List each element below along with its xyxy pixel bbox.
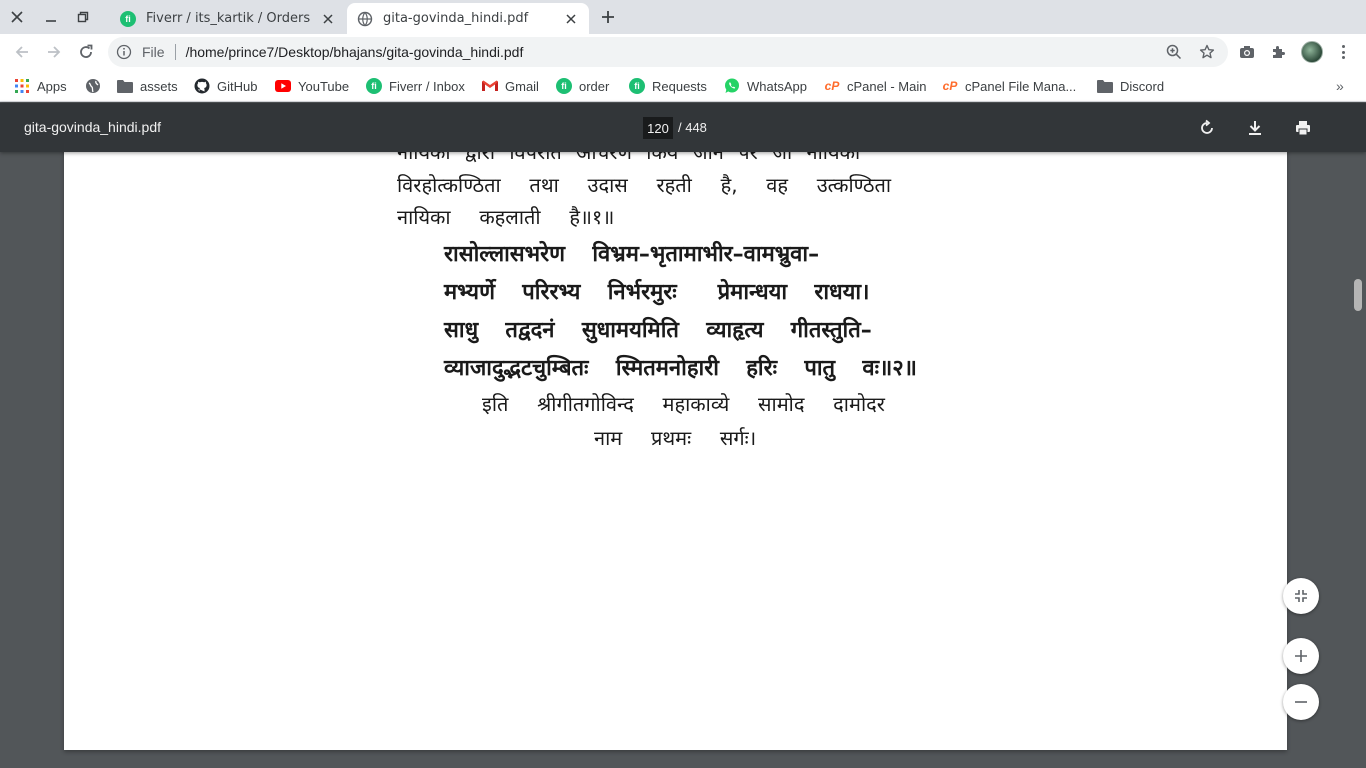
tab-fiverr-orders[interactable]: fi Fiverr / its_kartik / Orders ma — [110, 3, 346, 34]
verse-line: व्याजादुद्भटचुम्बितः स्मितमनोहारी हरिः प… — [444, 356, 917, 381]
bookmark-requests[interactable]: fi Requests — [629, 77, 707, 95]
info-icon[interactable] — [116, 44, 132, 60]
globe-icon — [85, 78, 101, 94]
download-icon[interactable] — [1245, 118, 1265, 138]
bookmark-label: Discord — [1120, 78, 1165, 94]
bookmark-apps[interactable]: Apps — [14, 77, 67, 95]
apps-grid-icon — [14, 78, 30, 94]
bookmark-fiverr-inbox[interactable]: fi Fiverr / Inbox — [366, 77, 465, 95]
fiverr-icon: fi — [556, 78, 572, 94]
bookmark-label: Apps — [37, 78, 67, 94]
bookmark-label: cPanel - Main — [847, 78, 927, 94]
verse-line: रासोल्लासभरेण विभ्रम–भृतामाभीर–वामभ्रुवा… — [444, 242, 820, 267]
verse-line: साधु तद्वदनं सुधामयमिति व्याहृत्य गीतस्त… — [444, 318, 872, 343]
browser-menu-icon[interactable] — [1335, 42, 1351, 62]
reload-icon[interactable] — [74, 40, 98, 64]
url-text[interactable]: /home/prince7/Desktop/bhajans/gita-govin… — [186, 44, 524, 60]
extensions-puzzle-icon[interactable] — [1270, 43, 1288, 61]
tab-close-icon[interactable] — [563, 11, 579, 27]
bookmark-cpanel-file-manager[interactable]: cP cPanel File Mana... — [942, 77, 1077, 95]
print-icon[interactable] — [1293, 118, 1313, 138]
zoom-icon[interactable] — [1166, 44, 1182, 60]
bookmark-label: assets — [140, 78, 178, 94]
folder-icon — [117, 78, 133, 94]
cpanel-icon: cP — [942, 79, 958, 93]
page-number-input[interactable] — [643, 117, 673, 139]
whatsapp-icon — [724, 78, 740, 94]
address-bar[interactable]: File /home/prince7/Desktop/bhajans/gita-… — [108, 37, 1228, 67]
restore-window-icon[interactable] — [70, 5, 96, 29]
bookmarks-bar: Apps assets GitHub YouTube fi Fiverr / I… — [0, 70, 1366, 102]
github-icon — [194, 78, 210, 94]
fiverr-icon: fi — [120, 10, 136, 27]
zoom-in-icon[interactable] — [1283, 638, 1319, 674]
fiverr-icon: fi — [629, 78, 645, 94]
screenshot-camera-icon[interactable] — [1238, 43, 1256, 61]
browser-toolbar: File /home/prince7/Desktop/bhajans/gita-… — [0, 34, 1366, 70]
youtube-icon — [275, 78, 291, 94]
url-scheme: File — [142, 44, 165, 60]
bookmarks-overflow-icon[interactable]: » — [1336, 78, 1344, 94]
bookmark-order[interactable]: fi order — [556, 77, 609, 95]
bookmark-globe[interactable] — [85, 77, 108, 95]
bookmark-cpanel-main[interactable]: cP cPanel - Main — [824, 77, 927, 95]
page-text-line: नायिका द्वारा विपरीत आचरण किये जाने पर ज… — [397, 152, 861, 164]
pdf-title: gita-govinda_hindi.pdf — [24, 119, 161, 135]
forward-icon[interactable] — [42, 40, 66, 64]
bookmark-label: cPanel File Mana... — [965, 78, 1077, 94]
bookmark-whatsapp[interactable]: WhatsApp — [724, 77, 807, 95]
cpanel-icon: cP — [824, 79, 840, 93]
minimize-window-icon[interactable] — [38, 5, 64, 29]
new-tab-icon[interactable] — [596, 6, 620, 28]
bookmark-label: Fiverr / Inbox — [389, 78, 465, 94]
bookmark-label: YouTube — [298, 78, 350, 94]
bookmark-assets[interactable]: assets — [117, 77, 178, 95]
profile-avatar[interactable] — [1301, 41, 1323, 63]
tab-close-icon[interactable] — [320, 11, 336, 27]
page-text-line: विरहोत्कण्ठिता तथा उदास रहती है, वह उत्क… — [397, 173, 892, 197]
colophon-line: इति श्रीगीतगोविन्द महाकाव्ये सामोद दामोद… — [482, 392, 885, 416]
tab-pdf[interactable]: gita-govinda_hindi.pdf — [347, 3, 589, 34]
fit-to-page-icon[interactable] — [1283, 578, 1319, 614]
pdf-page: नायिका द्वारा विपरीत आचरण किये जाने पर ज… — [64, 152, 1287, 750]
verse-line: मभ्यर्णे परिरभ्य निर्भरमुरः प्रेमान्धया … — [444, 280, 870, 305]
bookmark-youtube[interactable]: YouTube — [275, 77, 349, 95]
bookmark-github[interactable]: GitHub — [194, 77, 257, 95]
bookmark-label: order — [579, 78, 610, 94]
scrollbar-thumb[interactable] — [1354, 279, 1362, 311]
rotate-icon[interactable] — [1197, 118, 1217, 138]
tab-title: gita-govinda_hindi.pdf — [383, 11, 529, 26]
bookmark-label: WhatsApp — [747, 78, 807, 94]
vertical-scrollbar[interactable] — [1350, 152, 1366, 768]
bookmark-discord[interactable]: Discord — [1097, 77, 1164, 95]
bookmark-label: Requests — [652, 78, 707, 94]
zoom-out-icon[interactable] — [1283, 684, 1319, 720]
pdf-viewer[interactable]: नायिका द्वारा विपरीत आचरण किये जाने पर ज… — [0, 152, 1366, 768]
folder-icon — [1097, 78, 1113, 94]
bookmark-label: Gmail — [505, 78, 539, 94]
colophon-line: नाम प्रथमः सर्गः। — [594, 426, 757, 450]
divider — [174, 44, 176, 60]
globe-icon — [357, 11, 373, 27]
fiverr-icon: fi — [366, 78, 382, 94]
close-window-icon[interactable] — [4, 5, 30, 29]
bookmark-gmail[interactable]: Gmail — [482, 77, 539, 95]
pdf-toolbar: gita-govinda_hindi.pdf / 448 — [0, 103, 1366, 152]
gmail-icon — [482, 78, 498, 94]
back-icon[interactable] — [10, 40, 34, 64]
bookmark-label: GitHub — [217, 78, 258, 94]
page-text-line: नायिका कहलाती है॥१॥ — [397, 205, 615, 229]
page-total: / 448 — [678, 120, 707, 135]
bookmark-star-icon[interactable] — [1199, 44, 1215, 60]
tab-title: Fiverr / its_kartik / Orders ma — [146, 11, 314, 26]
tab-strip: fi Fiverr / its_kartik / Orders ma gita-… — [0, 0, 1366, 34]
